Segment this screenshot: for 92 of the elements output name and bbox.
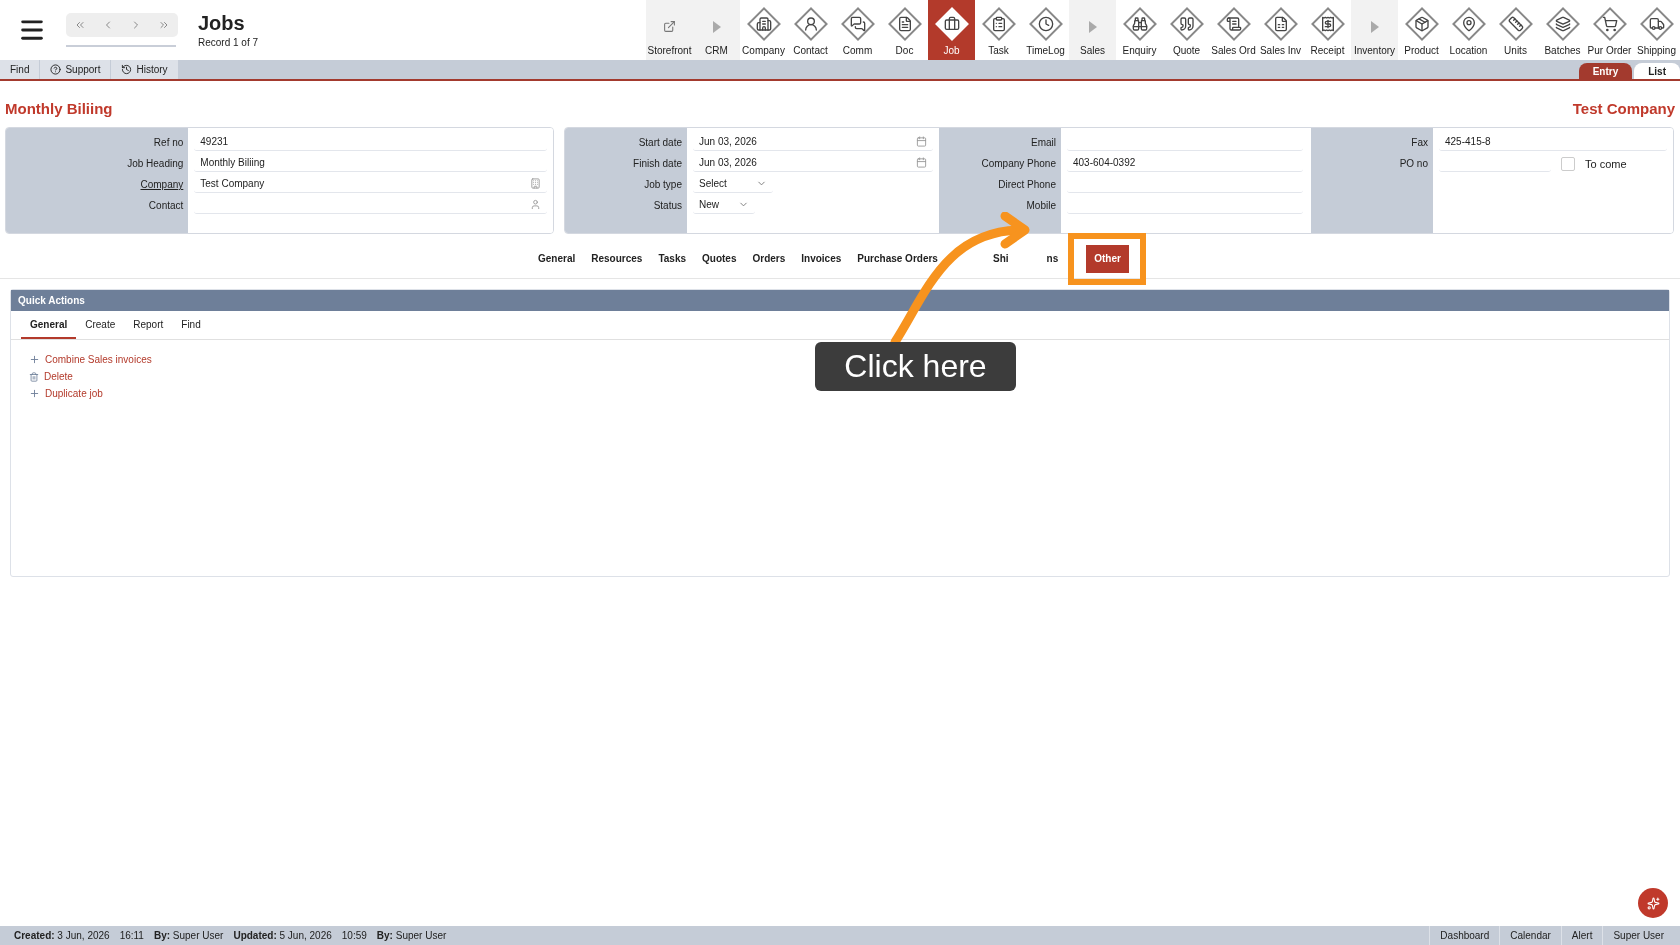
field-label: Email [1030,136,1057,150]
triangle-icon [1088,21,1097,33]
status-text: By: Super User [153,930,224,941]
module-button[interactable]: CRM [693,0,740,60]
trash-icon [29,371,39,382]
history-icon [121,64,133,75]
input-field[interactable]: 49231 [194,132,547,151]
status-text: 16:11 [119,930,144,941]
panel-tab[interactable]: General [21,311,77,339]
module-button[interactable]: Storefront [646,0,693,60]
panel-tab[interactable]: Create [76,311,125,339]
assistant-button[interactable] [1638,888,1668,918]
dropdown[interactable]: Select [693,174,773,193]
field-label: Company Phone [980,157,1057,171]
field-label: Job Heading [126,157,185,171]
field-label: Direct Phone [997,178,1057,192]
help-icon [50,64,62,75]
footer-button[interactable]: Dashboard [1429,926,1500,945]
field-value: 49231 [200,135,229,147]
footer-button[interactable]: Super User [1602,926,1674,945]
field-label: Finish date [632,157,683,171]
status-text: 10:59 [341,930,367,941]
page-title: Jobs [198,12,246,35]
record-tab[interactable]: Resources [583,244,651,273]
view-tab[interactable]: Entry [1578,63,1633,79]
triangle-icon [1370,21,1379,33]
panel-header: Quick Actions [11,290,1669,311]
record-counter: Record 1 of 7 [198,37,259,48]
checkbox-label: To come [1585,157,1627,170]
record-tab[interactable]: Purchase Orders [849,244,946,273]
record-tab[interactable]: ns [1038,244,1067,273]
calendar-icon [916,156,927,168]
field-value: New [699,198,719,210]
status-text: By: Super User [376,930,447,941]
field-label: Job type [643,178,683,192]
dropdown[interactable]: New [693,195,755,214]
record-tab[interactable]: Orders [744,244,794,273]
panel-tab[interactable]: Report [124,311,173,339]
panel-tab[interactable]: Find [172,311,210,339]
module-button[interactable]: Sales [1069,0,1116,60]
record-tab[interactable]: Shi [985,244,1017,273]
record-title: Monthly Biliing [5,100,113,117]
module-button[interactable]: Job [928,0,975,60]
field-label: Ref no [152,136,185,150]
company-title: Test Company [1572,100,1675,117]
double-chevron-right-icon [158,19,170,31]
module-button[interactable]: Inventory [1351,0,1398,60]
field-value: Select [699,177,727,189]
field-label: Status [652,199,683,213]
input-field[interactable]: Test Company [194,174,547,193]
triangle-icon [712,21,721,33]
sparkle-icon [1646,896,1660,910]
plus-icon [29,388,40,399]
field-value: 425-415-8 [1445,135,1491,147]
checkbox[interactable] [1561,156,1575,171]
status-text: Updated: 5 Jun, 2026 [233,930,332,941]
footer-button[interactable]: Alert [1560,926,1603,945]
field-value: Jun 03, 2026 [699,135,757,147]
record-tab[interactable]: Quotes [694,244,745,273]
input-field[interactable]: 425-415-8 [1439,132,1667,151]
input-field[interactable]: 403-604-0392 [1067,153,1303,172]
record-tab[interactable]: Invoices [793,244,850,273]
calendar-icon [916,135,927,147]
history-button[interactable]: History [111,60,178,79]
person-icon [530,198,541,210]
field-label: Fax [1410,136,1429,150]
field-label: Mobile [1025,199,1057,213]
input-field[interactable]: Monthly Biliing [194,153,547,172]
view-tab[interactable]: List [1634,63,1680,79]
building-icon [530,177,541,189]
field-label: Start date [637,136,683,150]
find-button[interactable]: Find [0,60,40,79]
record-tab[interactable]: Tasks [650,244,694,273]
footer-button[interactable]: Calendar [1499,926,1561,945]
date-field[interactable]: Jun 03, 2026 [693,153,933,172]
action-link[interactable]: Duplicate job [29,388,1651,399]
field-value: Jun 03, 2026 [699,156,757,168]
status-text: Created: 3 Jun, 2026 [14,930,110,941]
field-value: Monthly Biliing [200,156,265,168]
record-tab[interactable]: General [530,244,584,273]
callout-label: Click here [815,342,1016,391]
field-label: Contact [147,199,185,213]
field-label: PO no [1398,157,1429,171]
record-tab[interactable]: Other [1086,244,1129,273]
date-field[interactable]: Jun 03, 2026 [693,132,933,151]
external-link-icon [663,20,676,33]
double-chevron-left-icon [74,19,86,31]
support-button[interactable]: Support [40,60,111,79]
field-value: 403-604-0392 [1073,156,1136,168]
field-value: Test Company [200,177,265,189]
plus-icon [29,354,40,365]
field-link[interactable]: Company [6,174,189,195]
